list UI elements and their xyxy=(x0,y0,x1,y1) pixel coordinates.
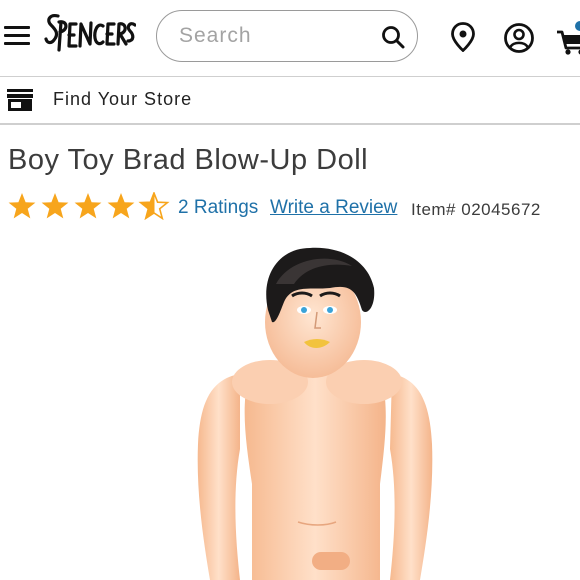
item-number: Item# 02045672 xyxy=(411,200,541,219)
spencers-logo[interactable]: SPENCERS xyxy=(44,10,136,56)
svg-text:SPENCERS: SPENCERS xyxy=(47,53,53,55)
cart-icon[interactable] xyxy=(556,20,580,56)
account-icon[interactable] xyxy=(503,22,535,54)
star-rating[interactable] xyxy=(8,192,170,220)
write-review-link[interactable]: Write a Review xyxy=(270,197,397,219)
search-icon[interactable] xyxy=(380,24,406,50)
ratings-count-link[interactable]: 2 Ratings xyxy=(178,197,258,219)
find-store-bar[interactable]: Find Your Store xyxy=(0,77,580,125)
location-pin-icon[interactable] xyxy=(450,22,476,52)
product-title: Boy Toy Brad Blow-Up Doll xyxy=(8,144,369,176)
search-box xyxy=(156,10,418,62)
star-icon xyxy=(41,193,69,219)
half-star-icon xyxy=(139,192,169,220)
star-icon xyxy=(107,193,135,219)
store-icon xyxy=(7,89,33,111)
search-input[interactable] xyxy=(179,23,369,49)
find-store-label: Find Your Store xyxy=(53,89,193,109)
star-icon xyxy=(74,193,102,219)
menu-icon[interactable] xyxy=(4,26,30,48)
product-image xyxy=(197,247,433,580)
star-icon xyxy=(8,193,36,219)
rating-row: 2 Ratings Write a Review Item# 02045672 xyxy=(8,190,580,222)
site-header: SPENCERS xyxy=(0,0,580,77)
cart-badge xyxy=(575,21,580,31)
